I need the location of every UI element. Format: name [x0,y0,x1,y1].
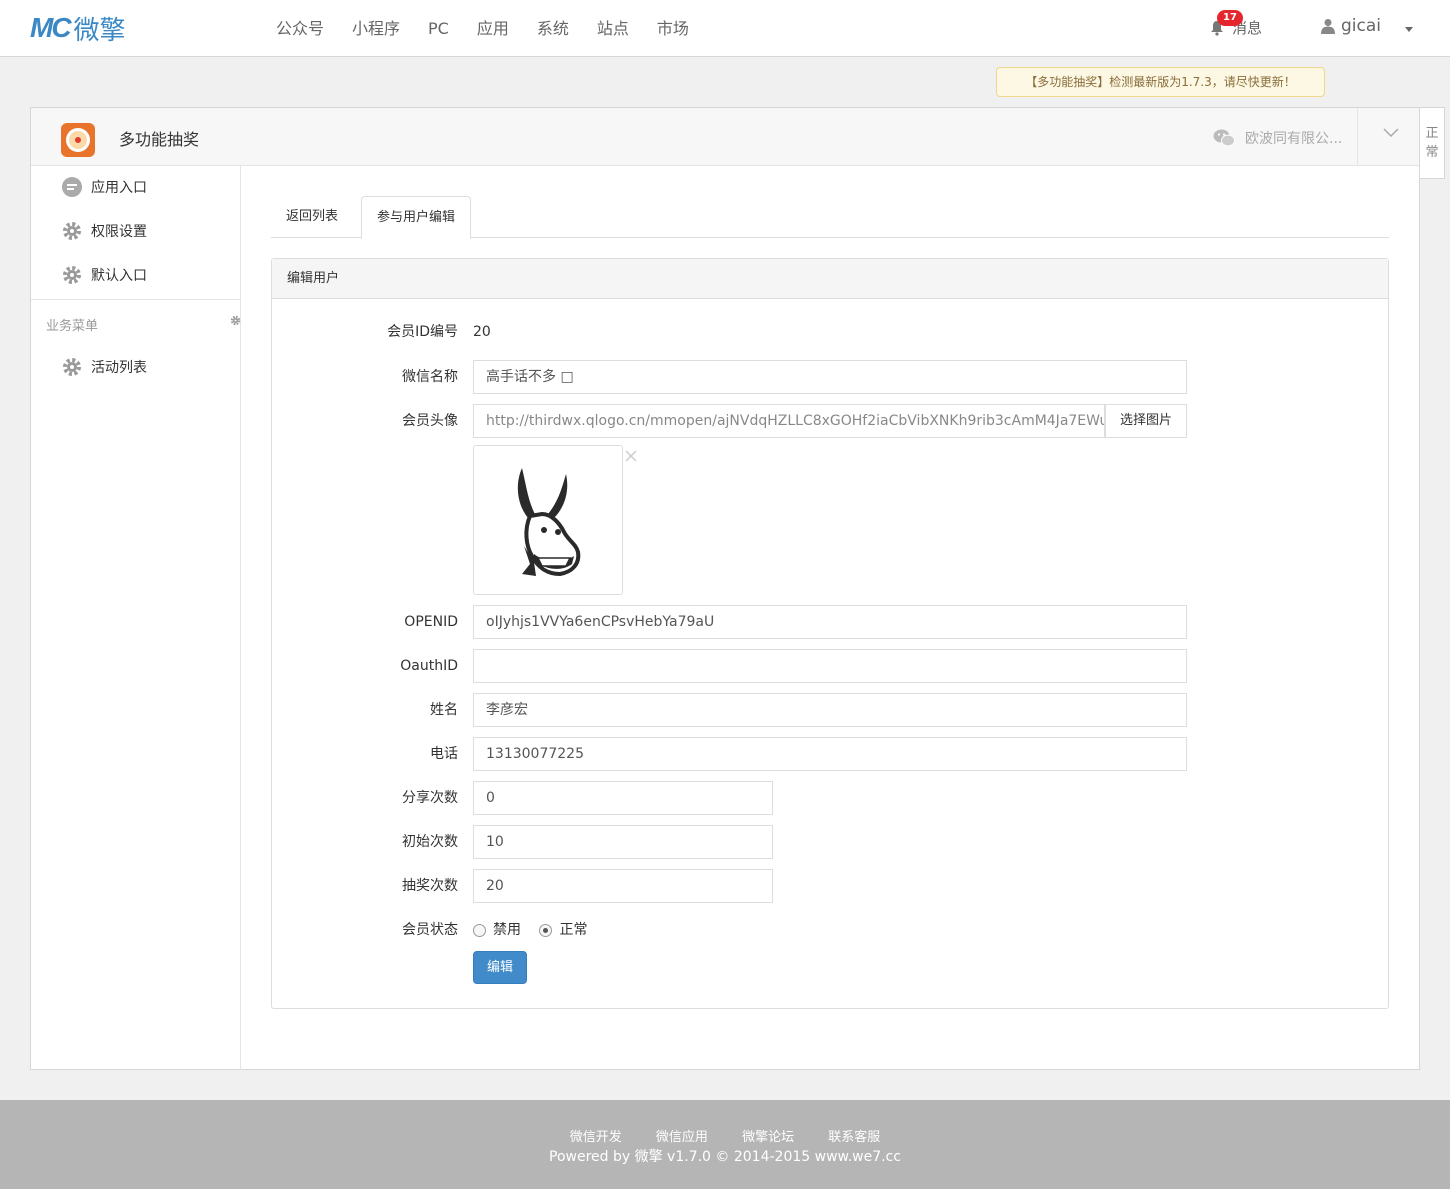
nav-item-site[interactable]: 站点 [597,17,629,41]
wechat-icon [1213,129,1235,147]
logo-text: 微擎 [73,15,126,46]
content-tabs: 返回列表 参与用户编辑 [271,196,1389,239]
sidebar: 应用入口 权限设置 默认入口 业务菜单 活动列表 [31,166,241,1070]
footer-link-support[interactable]: 联系客服 [828,1130,880,1145]
draw-count-label: 抽奖次数 [402,878,458,894]
nickname-input[interactable]: 高手话不多 □ [473,360,1187,394]
member-status-label: 会员状态 [402,922,458,938]
lottery-app-icon [61,123,95,157]
nav-item-market[interactable]: 市场 [657,17,689,41]
footer-copyright: Powered by 微擎 v1.7.0 © 2014-2015 www.we7… [549,1149,901,1165]
update-notice[interactable]: 【多功能抽奖】检测最新版为1.7.3，请尽快更新！ [996,67,1325,97]
app-frame: 多功能抽奖 欧波同有限公... 应用入口 权限设置 默认入口 业务菜单 活动列表 [30,107,1420,1070]
select-image-button[interactable]: 选择图片 [1105,404,1187,438]
user-dropdown-caret-icon[interactable] [1405,27,1413,32]
account-name: 欧波同有限公... [1245,131,1343,147]
footer-link-forum[interactable]: 微擎论坛 [742,1130,794,1145]
nav-item-apps[interactable]: 应用 [477,17,509,41]
sidebar-section-title: 业务菜单 [46,319,99,334]
openid-input[interactable]: oIJyhjs1VVYa6enCPsvHebYa79aU [473,605,1187,639]
share-count-label: 分享次数 [402,790,458,806]
sidebar-item-label: 应用入口 [91,180,147,196]
sidebar-item-app-entry[interactable]: 应用入口 [61,176,147,198]
logo-mark: MC [30,12,72,43]
nickname-label: 微信名称 [402,369,458,385]
sidebar-item-permissions[interactable]: 权限设置 [61,220,147,242]
sidebar-item-default-entry[interactable]: 默认入口 [61,264,147,286]
edit-submit-button[interactable]: 编辑 [473,951,527,984]
footer: 微信开发 微信应用 微擎论坛 联系客服 Powered by 微擎 v1.7.0… [0,1100,1450,1189]
user-icon [1321,19,1335,34]
name-input[interactable]: 李彦宏 [473,693,1187,727]
status-disabled-radio[interactable]: 禁用 [473,913,521,947]
sidebar-item-activity-list[interactable]: 活动列表 [61,356,147,378]
draw-count-input[interactable]: 20 [473,869,773,903]
nav-item-gongzhonghao[interactable]: 公众号 [276,17,324,41]
footer-link-wechat-dev[interactable]: 微信开发 [570,1130,622,1145]
openid-label: OPENID [404,614,458,630]
header-divider [1357,108,1358,166]
member-id-value: 20 [473,324,491,340]
status-side-tab[interactable]: 正常 [1419,107,1445,179]
initial-count-label: 初始次数 [402,834,458,850]
user-menu[interactable]: gicai [1321,16,1381,36]
gear-icon [63,266,81,284]
radio-circle [473,923,486,937]
gear-icon [63,358,81,376]
share-count-input[interactable]: 0 [473,781,773,815]
edit-user-panel: 编辑用户 会员ID编号 20 微信名称 高手话不多 □ 会员头像 http://… [271,258,1389,1009]
avatar-url-input[interactable]: http://thirdwx.qlogo.cn/mmopen/ajNVdqHZL… [473,404,1105,438]
donkey-avatar-image [517,468,581,577]
radio-circle-selected [539,923,553,937]
sidebar-item-label: 默认入口 [91,268,147,284]
avatar-label: 会员头像 [402,413,458,429]
status-normal-label: 正常 [559,922,588,938]
sidebar-item-label: 活动列表 [91,360,147,376]
avatar-preview [473,445,623,595]
section-settings-icon[interactable] [230,315,241,326]
status-normal-radio[interactable]: 正常 [539,913,587,947]
nav-item-miniprogram[interactable]: 小程序 [352,17,400,41]
phone-label: 电话 [430,746,458,762]
app-title: 多功能抽奖 [119,130,200,149]
footer-link-wechat-apps[interactable]: 微信应用 [656,1130,708,1145]
sidebar-divider [31,299,240,300]
status-disabled-label: 禁用 [493,922,521,938]
phone-input[interactable]: 13130077225 [473,737,1187,771]
footer-links: 微信开发 微信应用 微擎论坛 联系客服 [0,1126,1450,1145]
messages-count-badge: 17 [1217,10,1243,26]
chat-bubble-icon [62,177,82,197]
name-label: 姓名 [430,702,458,718]
main-nav: 公众号 小程序 PC 应用 系统 站点 市场 [268,17,709,41]
account-switcher[interactable]: 欧波同有限公... [1213,128,1342,148]
sidebar-item-label: 权限设置 [91,224,147,240]
chevron-down-icon[interactable] [1383,124,1399,140]
app-header: 多功能抽奖 欧波同有限公... [31,108,1419,166]
oauthid-input[interactable] [473,649,1187,683]
tab-back-to-list[interactable]: 返回列表 [271,196,353,238]
username: gicai [1341,16,1382,36]
tab-edit-participant[interactable]: 参与用户编辑 [361,196,472,239]
panel-title: 编辑用户 [272,259,1388,299]
member-status-radios: 禁用 正常 [473,913,601,950]
oauthid-label: OauthID [400,658,458,674]
logo[interactable]: MC 微擎 [30,12,126,46]
remove-image-icon[interactable] [624,449,638,463]
top-navbar: MC 微擎 公众号 小程序 PC 应用 系统 站点 市场 消息 17 gicai [0,0,1450,57]
member-id-label: 会员ID编号 [387,324,458,340]
nav-item-pc[interactable]: PC [428,17,449,41]
nav-item-system[interactable]: 系统 [537,17,569,41]
gear-icon [63,222,81,240]
initial-count-input[interactable]: 10 [473,825,773,859]
